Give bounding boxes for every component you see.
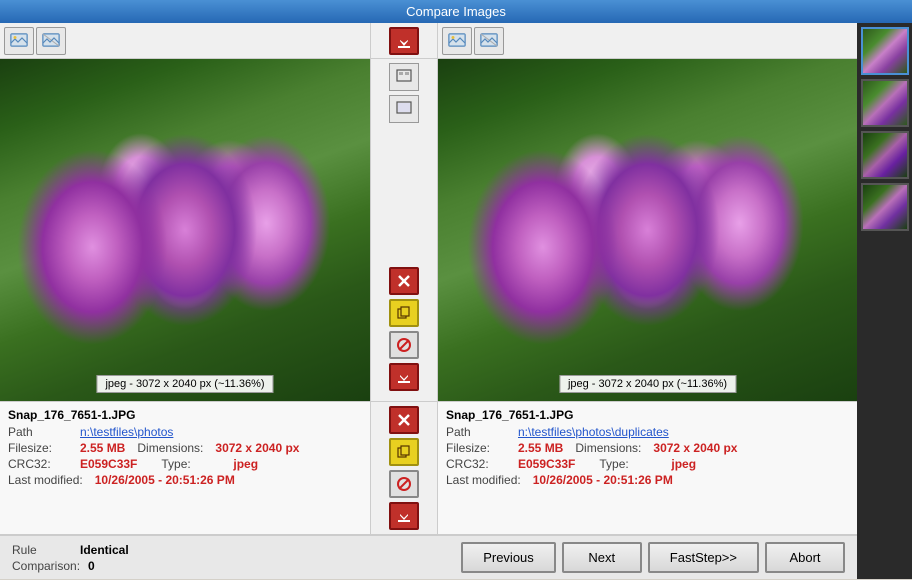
left-image-toolbar-btn1[interactable]: [4, 27, 34, 55]
rule-value: Identical: [80, 543, 129, 557]
title-bar: Compare Images: [0, 0, 912, 23]
left-image-toolbar-btn2[interactable]: [36, 27, 66, 55]
right-crc-value: E059C33F: [518, 457, 575, 471]
navigation-buttons: Previous Next FastStep>> Abort: [461, 542, 845, 573]
right-filesize-label: Filesize:: [446, 441, 506, 455]
middle-copy-right-btn[interactable]: [389, 438, 419, 466]
left-modified-value: 10/26/2005 - 20:51:26 PM: [95, 473, 235, 487]
left-modified-label: Last modified:: [8, 473, 83, 487]
middle-delete-right-btn[interactable]: [389, 406, 419, 434]
thumbnail-3[interactable]: [861, 131, 909, 179]
comparison-value: 0: [88, 559, 95, 573]
left-image-label: jpeg - 3072 x 2040 px (~11.36%): [96, 375, 273, 393]
fast-step-button[interactable]: FastStep>>: [648, 542, 759, 573]
left-type-label: Type:: [161, 457, 221, 471]
right-type-label: Type:: [599, 457, 659, 471]
right-file-name: Snap_176_7651-1.JPG: [446, 408, 849, 422]
left-dim-value: 3072 x 2040 px: [215, 441, 299, 455]
thumbnail-4[interactable]: [861, 183, 909, 231]
right-image-toolbar-btn2[interactable]: [474, 27, 504, 55]
middle-column: [370, 59, 438, 401]
next-button[interactable]: Next: [562, 542, 642, 573]
right-dim-value: 3072 x 2040 px: [653, 441, 737, 455]
delete-left-btn[interactable]: [389, 267, 419, 295]
left-crc-value: E059C33F: [80, 457, 137, 471]
status-area: Rule Identical Comparison: 0: [12, 543, 129, 573]
thumbnail-2[interactable]: [861, 79, 909, 127]
thumbnail-panel: [857, 23, 912, 579]
thumbnail-1[interactable]: [861, 27, 909, 75]
left-path-label: Path: [8, 425, 68, 439]
middle-info-actions: [370, 402, 438, 534]
left-type-value: jpeg: [233, 457, 258, 471]
left-toolbar: [0, 23, 370, 58]
no-action-btn[interactable]: [389, 331, 419, 359]
comparison-label: Comparison:: [12, 559, 80, 573]
right-path-label: Path: [446, 425, 506, 439]
right-image-toolbar-btn1[interactable]: [442, 27, 472, 55]
right-filesize-value: 2.55 MB: [518, 441, 563, 455]
zoom-restore-btn[interactable]: [389, 63, 419, 91]
right-image-label: jpeg - 3072 x 2040 px (~11.36%): [559, 375, 736, 393]
right-modified-label: Last modified:: [446, 473, 521, 487]
left-filesize-label: Filesize:: [8, 441, 68, 455]
middle-toolbar-area: [370, 23, 438, 58]
middle-top-action-btn[interactable]: [389, 27, 419, 55]
left-filesize-value: 2.55 MB: [80, 441, 125, 455]
right-path-value[interactable]: n:\testfiles\photos\duplicates: [518, 425, 669, 439]
download-right-btn[interactable]: [389, 363, 419, 391]
right-type-value: jpeg: [671, 457, 696, 471]
right-image-panel: jpeg - 3072 x 2040 px (~11.36%): [438, 59, 857, 401]
abort-button[interactable]: Abort: [765, 542, 845, 573]
left-info-panel: Snap_176_7651-1.JPG Path n:\testfiles\ph…: [0, 402, 370, 534]
left-dim-label: Dimensions:: [137, 441, 203, 455]
right-toolbar: [438, 23, 857, 58]
left-crc-label: CRC32:: [8, 457, 68, 471]
left-path-value[interactable]: n:\testfiles\photos: [80, 425, 173, 439]
title-label: Compare Images: [406, 4, 506, 19]
right-modified-value: 10/26/2005 - 20:51:26 PM: [533, 473, 673, 487]
right-dim-label: Dimensions:: [575, 441, 641, 455]
right-info-panel: Snap_176_7651-1.JPG Path n:\testfiles\ph…: [438, 402, 857, 534]
left-file-name: Snap_176_7651-1.JPG: [8, 408, 362, 422]
rule-label: Rule: [12, 543, 72, 557]
middle-no-action-right-btn[interactable]: [389, 470, 419, 498]
copy-left-btn[interactable]: [389, 299, 419, 327]
zoom-fit-btn[interactable]: [389, 95, 419, 123]
middle-download-right-btn2[interactable]: [389, 502, 419, 530]
left-image-panel: jpeg - 3072 x 2040 px (~11.36%): [0, 59, 370, 401]
right-crc-label: CRC32:: [446, 457, 506, 471]
bottom-bar: Rule Identical Comparison: 0 Previous Ne…: [0, 534, 857, 579]
previous-button[interactable]: Previous: [461, 542, 556, 573]
